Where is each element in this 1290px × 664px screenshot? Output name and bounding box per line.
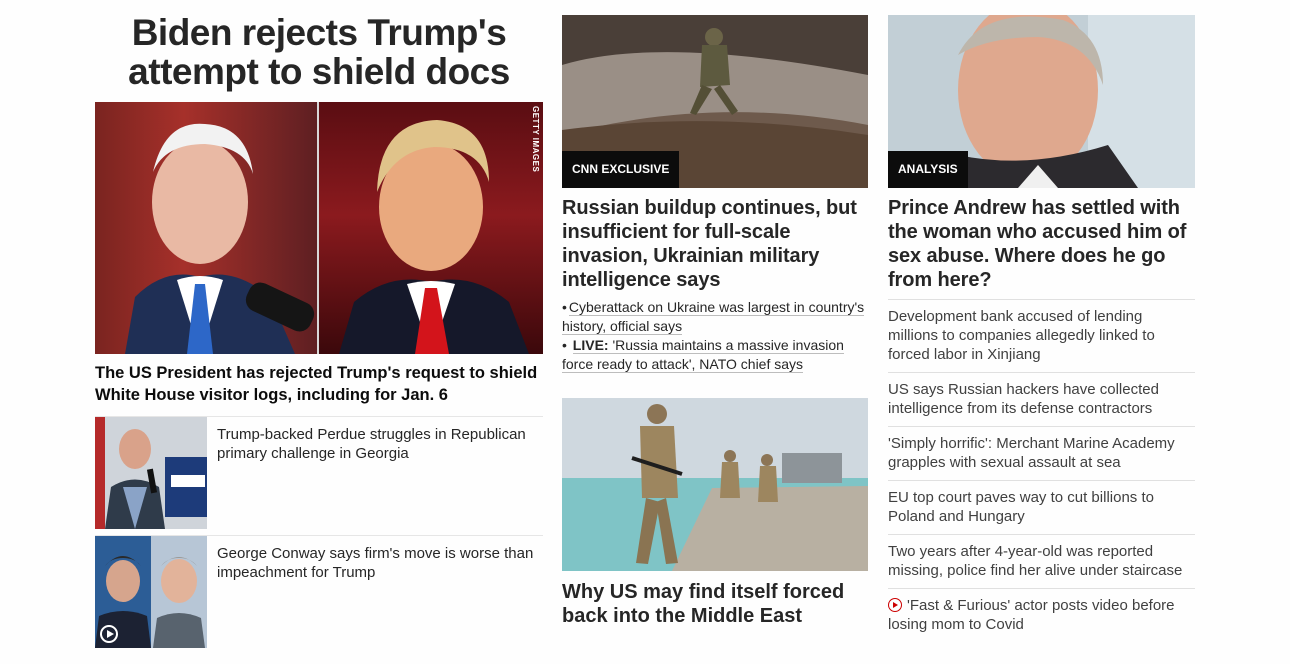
lead-story-image[interactable]: GETTY IMAGES bbox=[95, 102, 543, 354]
list-item[interactable]: US says Russian hackers have collected i… bbox=[888, 372, 1195, 426]
list-item[interactable]: Development bank accused of lending mill… bbox=[888, 299, 1195, 372]
story-headline[interactable]: George Conway says firm's move is worse … bbox=[207, 536, 543, 582]
list-item[interactable]: EU top court paves way to cut billions t… bbox=[888, 480, 1195, 534]
story-card[interactable]: George Conway says firm's move is worse … bbox=[95, 535, 543, 648]
ukraine-story-image[interactable]: CNN EXCLUSIVE bbox=[562, 15, 868, 188]
list-item-link[interactable]: 'Simply horrific': Merchant Marine Acade… bbox=[888, 435, 1175, 471]
right-column: ANALYSIS Prince Andrew has settled with … bbox=[888, 0, 1195, 642]
middle-east-story-image[interactable] bbox=[562, 398, 868, 571]
live-badge: LIVE: bbox=[572, 337, 609, 353]
story-headline[interactable]: Trump-backed Perdue struggles in Republi… bbox=[207, 417, 543, 463]
related-link[interactable]: LIVE: 'Russia maintains a massive invasi… bbox=[562, 337, 844, 373]
biden-photo bbox=[95, 102, 317, 354]
list-item-link[interactable]: Two years after 4-year-old was reported … bbox=[888, 543, 1182, 579]
banner-headline-link[interactable]: Biden rejects Trump's attempt to shield … bbox=[95, 13, 543, 91]
list-item-link[interactable]: US says Russian hackers have collected i… bbox=[888, 381, 1159, 417]
related-link[interactable]: Cyberattack on Ukraine was largest in co… bbox=[562, 299, 865, 335]
related-links: • Cyberattack on Ukraine was largest in c… bbox=[562, 298, 868, 374]
biden-illustration bbox=[125, 123, 315, 354]
prince-andrew-headline[interactable]: Prince Andrew has settled with the woman… bbox=[888, 196, 1195, 292]
marines-illustration bbox=[562, 398, 868, 571]
perdue-illustration bbox=[95, 417, 207, 529]
photo-credit: GETTY IMAGES bbox=[531, 106, 540, 173]
perdue-thumbnail[interactable] bbox=[95, 417, 207, 529]
prince-andrew-image[interactable]: ANALYSIS bbox=[888, 15, 1195, 188]
trump-illustration bbox=[339, 120, 529, 354]
list-item-link[interactable]: 'Fast & Furious' actor posts video befor… bbox=[888, 597, 1175, 633]
bullet: • bbox=[562, 337, 567, 353]
story-card[interactable]: Trump-backed Perdue struggles in Republi… bbox=[95, 416, 543, 529]
headline-list: Development bank accused of lending mill… bbox=[888, 299, 1195, 642]
list-item[interactable]: 'Fast & Furious' actor posts video befor… bbox=[888, 588, 1195, 642]
lead-story-headline[interactable]: The US President has rejected Trump's re… bbox=[95, 362, 543, 406]
bullet: • bbox=[562, 299, 567, 315]
list-item[interactable]: Two years after 4-year-old was reported … bbox=[888, 534, 1195, 588]
analysis-label: ANALYSIS bbox=[888, 151, 968, 188]
lead-column: Biden rejects Trump's attempt to shield … bbox=[95, 0, 543, 648]
exclusive-label: CNN EXCLUSIVE bbox=[562, 151, 680, 188]
trump-photo bbox=[319, 102, 543, 354]
related-item: • Cyberattack on Ukraine was largest in c… bbox=[562, 298, 868, 336]
video-icon bbox=[888, 598, 902, 612]
ukraine-headline[interactable]: Russian buildup continues, but insuffici… bbox=[562, 196, 868, 292]
middle-east-headline[interactable]: Why US may find itself forced back into … bbox=[562, 580, 868, 628]
list-item-link[interactable]: Development bank accused of lending mill… bbox=[888, 308, 1155, 363]
conway-thumbnail[interactable] bbox=[95, 536, 207, 648]
related-item: • LIVE: 'Russia maintains a massive inva… bbox=[562, 336, 868, 374]
list-item[interactable]: 'Simply horrific': Merchant Marine Acade… bbox=[888, 426, 1195, 480]
list-item-link[interactable]: EU top court paves way to cut billions t… bbox=[888, 489, 1154, 525]
middle-column: CNN EXCLUSIVE Russian buildup continues,… bbox=[562, 0, 868, 628]
play-icon[interactable] bbox=[100, 625, 118, 643]
